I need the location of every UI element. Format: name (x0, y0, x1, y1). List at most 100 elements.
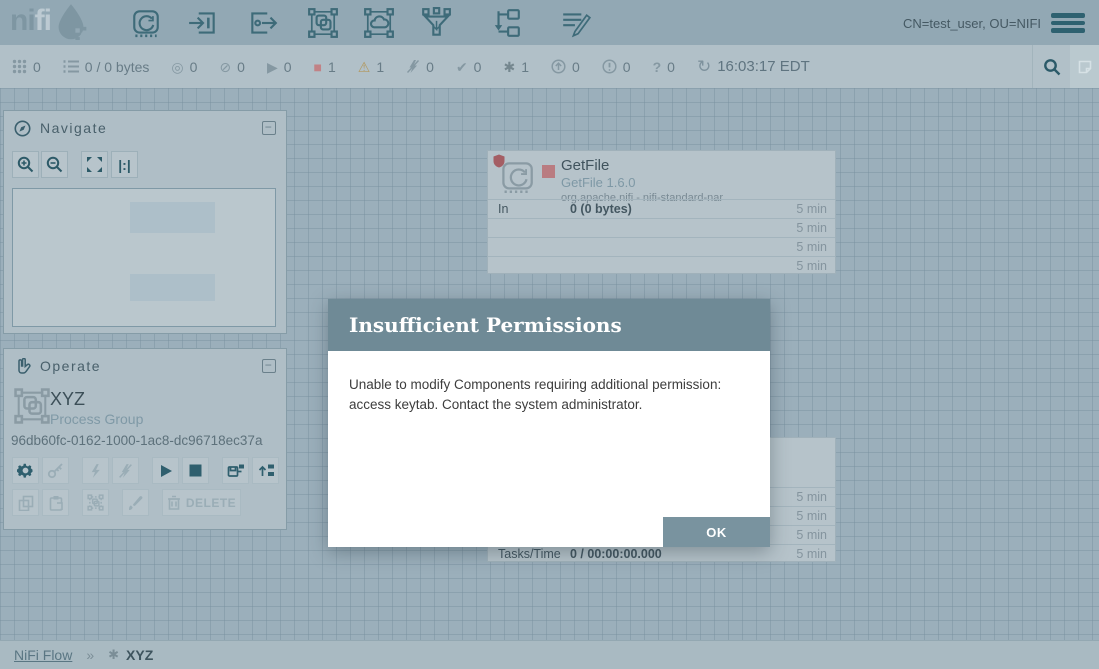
zoom-fit-button[interactable] (81, 151, 108, 178)
queued-indicator: 0 / 0 bytes (63, 59, 150, 75)
minimap-processor-rect (130, 274, 215, 301)
invalid-indicator: ⚠ 1 (358, 59, 384, 75)
stale-indicator: 0 (551, 59, 580, 75)
template-component-icon[interactable] (490, 7, 522, 39)
nifi-droplet-icon (53, 2, 89, 40)
flow-status-bar: 0 0 / 0 bytes ◎ 0 ⊘ 0 ▶ 0 ■ 1 ⚠ 1 0 ✔ 0 … (0, 45, 1099, 88)
not-transmitting-icon: ⊘ (219, 60, 231, 74)
logo-text-ni: ni (10, 4, 35, 38)
stale-arrow-icon (551, 59, 566, 74)
stat-row: 5 min (488, 237, 835, 256)
stat-row: 5 min (488, 256, 835, 275)
dialog-message: Unable to modify Components requiring ad… (328, 351, 752, 414)
access-policies-button (42, 457, 69, 484)
zoom-actual-size-button[interactable]: |:| (111, 151, 138, 178)
start-button[interactable] (152, 457, 179, 484)
stopped-square-icon: ■ (314, 60, 322, 74)
threads-grid-icon (12, 59, 27, 74)
locally-modified-indicator: ✱ 1 (503, 59, 529, 75)
search-button[interactable] (1032, 45, 1070, 88)
navigate-collapse-button[interactable]: − (262, 121, 276, 135)
bulletin-note-button[interactable] (1070, 45, 1099, 88)
zoom-out-button[interactable] (41, 151, 68, 178)
delete-button: DELETE (162, 489, 241, 516)
funnel-component-icon[interactable] (420, 7, 452, 39)
remote-process-group-component-icon[interactable] (363, 7, 395, 39)
fill-color-button (122, 489, 149, 516)
selected-component-id: 96db60fc-0162-1000-1ac8-dc96718ec37a (11, 433, 262, 448)
zoom-in-button[interactable] (12, 151, 39, 178)
current-user-label: CN=test_user, OU=NIFI (903, 16, 1041, 31)
breadcrumb-root-link[interactable]: NiFi Flow (14, 647, 72, 663)
minimap-processor-rect (130, 202, 215, 233)
disabled-bolt-icon (406, 59, 420, 74)
disabled-indicator: 0 (406, 59, 434, 75)
insufficient-permissions-dialog: Insufficient Permissions Unable to modif… (328, 299, 770, 547)
compass-icon (14, 120, 31, 137)
sync-failure-indicator: ? 0 (653, 59, 675, 75)
dialog-title: Insufficient Permissions (349, 313, 622, 337)
operate-collapse-button[interactable]: − (262, 359, 276, 373)
not-transmitting-indicator: ⊘ 0 (219, 59, 245, 75)
last-refresh-time: 16:03:17 EDT (717, 58, 810, 75)
process-group-component-icon[interactable] (307, 7, 339, 39)
process-group-icon (12, 387, 52, 425)
stop-button[interactable] (182, 457, 209, 484)
selected-component-type: Process Group (50, 411, 143, 427)
copy-button (12, 489, 39, 516)
flow-canvas[interactable]: Navigate − |:| Operate − (0, 88, 1099, 640)
locally-modified-asterisk-icon: ✱ (503, 60, 515, 74)
stat-row: 5 min (488, 218, 835, 237)
up-to-date-indicator: ✔ 0 (456, 59, 482, 75)
disable-button (112, 457, 139, 484)
breadcrumb-bar: NiFi Flow » ✱ XYZ (0, 640, 1099, 669)
navigate-palette: Navigate − |:| (3, 110, 287, 334)
exclamation-circle-icon (602, 59, 617, 74)
breadcrumb-separator: » (86, 647, 94, 663)
logo-text-fi: fi (35, 4, 51, 38)
navigate-title: Navigate (40, 120, 107, 136)
active-threads-indicator: 0 (12, 59, 41, 75)
processor-getfile[interactable]: GetFile GetFile 1.6.0 org.apache.nifi - … (487, 150, 836, 274)
stat-row-in: In0 (0 bytes)5 min (488, 199, 835, 218)
enable-button (82, 457, 109, 484)
app-header: nifi (0, 0, 1099, 45)
up-to-date-check-icon: ✔ (456, 60, 468, 74)
input-port-component-icon[interactable] (187, 7, 219, 39)
transmitting-indicator: ◎ 0 (171, 59, 197, 75)
output-port-component-icon[interactable] (247, 7, 279, 39)
paste-button (42, 489, 69, 516)
selected-component-name: XYZ (50, 389, 85, 410)
processor-name: GetFile (561, 157, 609, 174)
nifi-logo: nifi (10, 2, 89, 40)
group-button (82, 489, 109, 516)
locally-modified-stale-indicator: 0 (602, 59, 631, 75)
trash-icon (167, 495, 181, 510)
search-icon (1043, 58, 1061, 76)
upload-template-button[interactable] (252, 457, 279, 484)
operate-palette: Operate − XYZ Process Group 96db60fc-016… (3, 348, 287, 530)
create-template-button[interactable] (222, 457, 249, 484)
stopped-indicator: ■ 1 (314, 59, 336, 75)
processor-icon (500, 160, 534, 194)
running-indicator: ▶ 0 (267, 59, 292, 75)
queued-list-icon (63, 59, 79, 74)
invalid-warning-icon: ⚠ (358, 60, 371, 74)
transmitting-icon: ◎ (171, 60, 183, 74)
processor-version: GetFile 1.6.0 (561, 175, 635, 190)
processor-component-icon[interactable] (130, 7, 162, 39)
label-component-icon[interactable] (560, 7, 592, 39)
ok-button[interactable]: OK (663, 517, 770, 547)
refresh-icon[interactable]: ↻ (697, 57, 711, 77)
configure-button[interactable] (12, 457, 39, 484)
running-play-icon: ▶ (267, 60, 278, 74)
global-menu-button[interactable] (1051, 13, 1085, 33)
stopped-status-square (542, 165, 555, 178)
birdseye-minimap[interactable] (12, 188, 276, 327)
question-icon: ? (653, 60, 662, 74)
operate-title: Operate (40, 358, 101, 374)
hand-icon (14, 358, 31, 375)
note-icon (1077, 59, 1093, 75)
refresh-status: ↻ 16:03:17 EDT (697, 57, 810, 77)
breadcrumb-current: XYZ (126, 647, 153, 663)
